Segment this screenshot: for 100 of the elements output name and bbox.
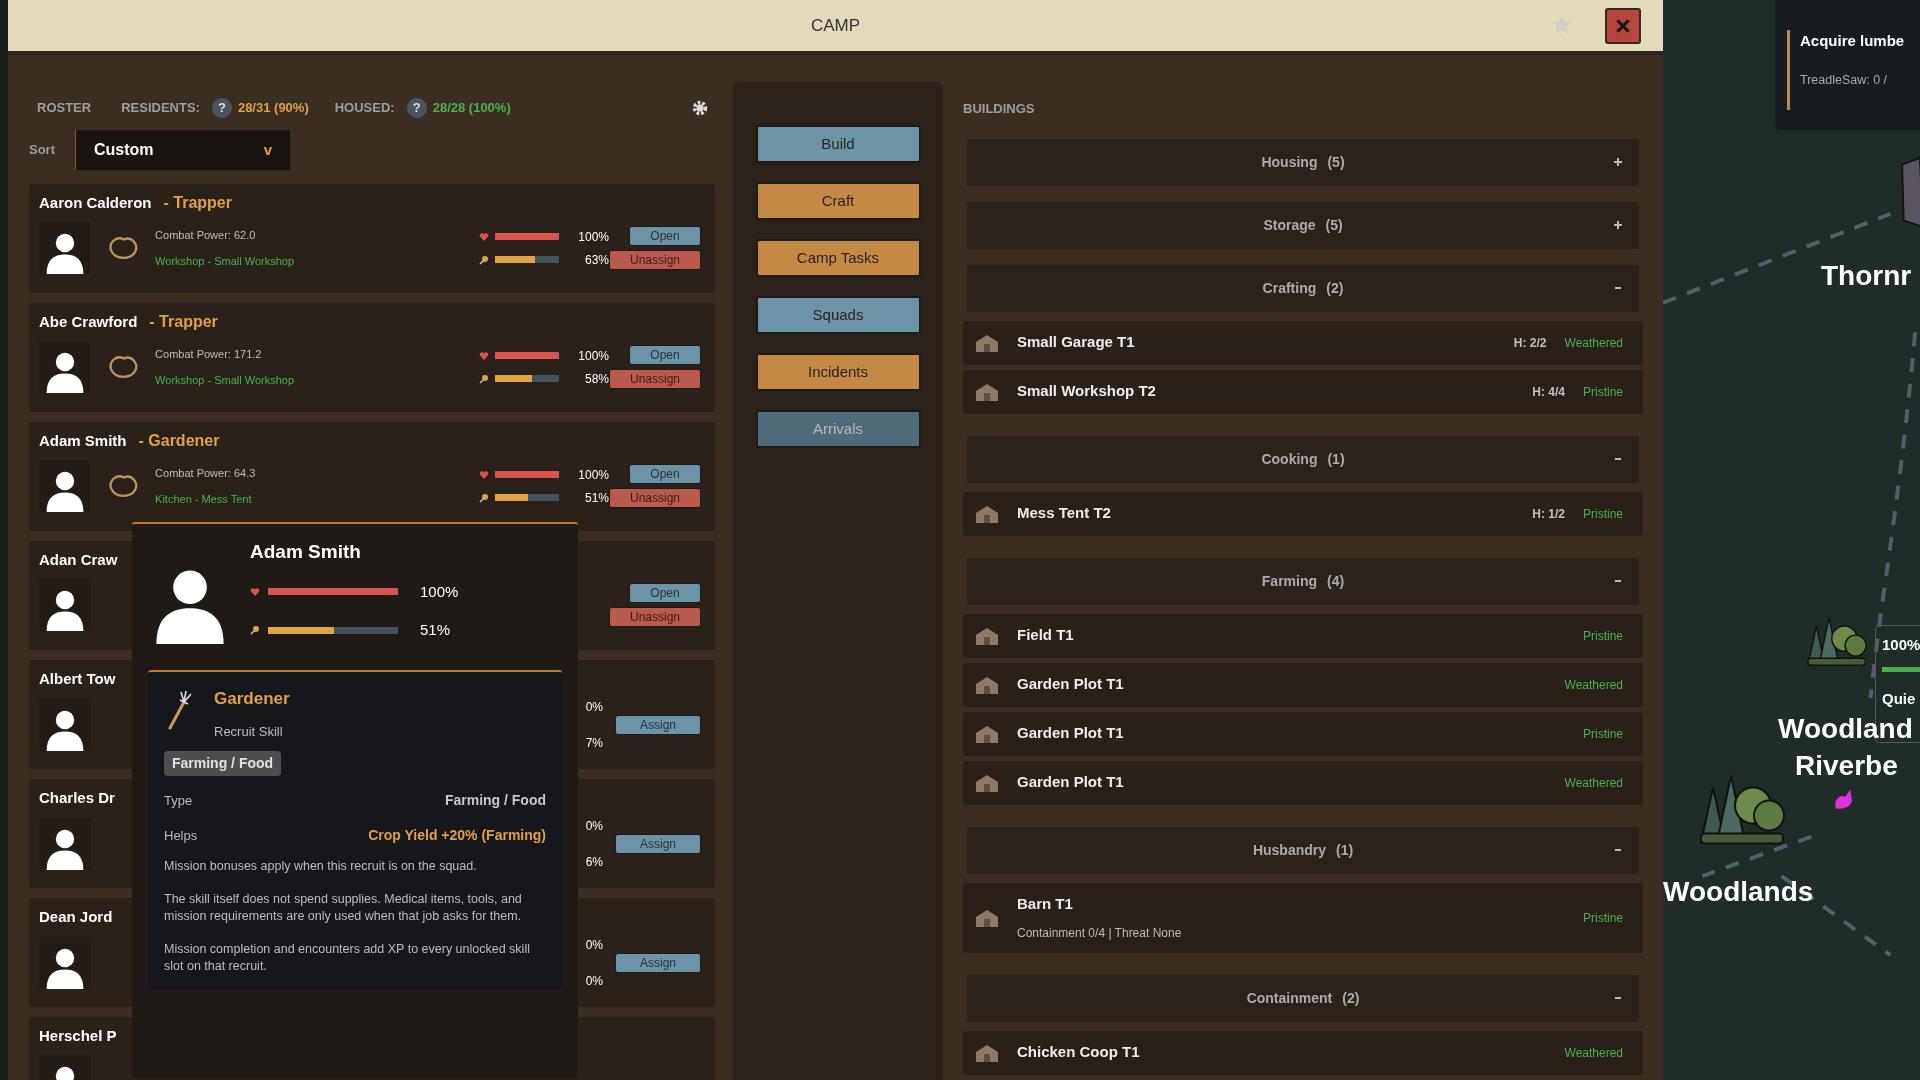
building-icon (975, 908, 999, 927)
action-button[interactable]: Build (755, 125, 921, 163)
energy-reading: 58% (583, 370, 609, 388)
heart-icon (479, 350, 489, 361)
health-reading: 100% (577, 466, 609, 484)
open-button[interactable]: Open (629, 345, 701, 365)
detail-label: Helps (164, 826, 198, 845)
building-health: H: 1/2 (1532, 505, 1565, 523)
category-header[interactable]: Husbandry (1) (967, 826, 1639, 874)
combat-power: Combat Power: 171.2 (155, 347, 263, 362)
building-icon (975, 1043, 999, 1062)
assign-button[interactable]: Assign (615, 715, 701, 735)
plus-icon[interactable] (1613, 156, 1623, 167)
building-name: Mess Tent T2 (1017, 503, 1111, 524)
quest-panel[interactable]: Acquire lumbe TreadleSaw: 0 / (1775, 0, 1920, 130)
category-title: Husbandry (1252, 840, 1326, 860)
energy-reading: 63% (583, 251, 609, 269)
heart-icon (479, 231, 489, 242)
building-condition: Pristine (1583, 383, 1623, 401)
building-row[interactable]: Mess Tent T2 H: 1/2 Pristine (963, 491, 1643, 536)
sort-value: Custom (94, 140, 154, 160)
energy-icon (479, 254, 489, 265)
building-icon (975, 675, 999, 694)
open-button[interactable]: Open (629, 583, 701, 603)
residents-label: RESIDENTS: (121, 99, 200, 118)
stat-reading: 6% (585, 854, 603, 871)
building-condition: Pristine (1583, 725, 1623, 743)
category-count: (5) (1325, 215, 1343, 235)
unassign-button[interactable]: Unassign (609, 607, 701, 627)
dropdown-caret: v (263, 139, 272, 160)
skill-tag: Farming / Food (164, 751, 282, 776)
building-name: Field T1 (1017, 625, 1074, 646)
heart-icon (479, 469, 489, 480)
skill-description: Mission bonuses apply when this recruit is on the squad. (164, 858, 478, 875)
housed-count: 28/28 (100%) (432, 99, 511, 118)
recruit-role: - Gardener (138, 431, 220, 451)
action-button[interactable]: Squads (755, 296, 921, 334)
skill-title: Gardener (214, 688, 290, 710)
category-header[interactable]: Cooking (1) (967, 435, 1639, 483)
quest-detail: TreadleSaw: 0 / (1800, 71, 1889, 89)
plus-icon[interactable] (1613, 219, 1623, 230)
location-label: Woodland (1778, 715, 1913, 743)
assign-button[interactable]: Assign (615, 953, 701, 973)
action-button[interactable]: Camp Tasks (755, 239, 921, 277)
tooltip-name: Adam Smith (250, 540, 362, 564)
settings-icon[interactable] (691, 99, 709, 117)
sort-dropdown[interactable]: Custom v (75, 130, 290, 170)
energy-reading: 51% (583, 489, 609, 507)
unassign-button[interactable]: Unassign (609, 250, 701, 270)
action-button[interactable]: Craft (755, 182, 921, 220)
recruit-card[interactable]: Abe Crawford - Trapper Combat Power: 171.2 Workshop - Small Workshop 100% 58% Open Unassign (29, 303, 715, 412)
category-header[interactable]: Containment (2) (967, 974, 1639, 1022)
recruit-card[interactable]: Adam Smith - Gardener Combat Power: 64.3 Kitchen - Mess Tent 100% 51% Open Unassign (29, 422, 715, 531)
building-name: Chicken Coop T1 (1017, 1042, 1140, 1063)
recruit-card[interactable]: Aaron Calderon - Trapper Combat Power: 62.0 Workshop - Small Workshop 100% 63% Open Unassign (29, 184, 715, 293)
category-header[interactable]: Farming (4) (967, 557, 1639, 605)
open-button[interactable]: Open (629, 464, 701, 484)
building-row[interactable]: Chicken Coop T1 Weathered (963, 1030, 1643, 1075)
building-name: Garden Plot T1 (1017, 674, 1124, 695)
location-label: Riverbe (1795, 752, 1898, 780)
combat-power: Combat Power: 64.3 (155, 466, 257, 481)
help-icon[interactable]: ? (406, 98, 427, 118)
category-title: Containment (1246, 988, 1333, 1008)
world-map[interactable]: Acquire lumbe TreadleSaw: 0 / Thornr 100% Quie Woodland Riverbe Woodlands (1663, 0, 1920, 1080)
building-row[interactable]: Small Workshop T2 H: 4/4 Pristine (963, 369, 1643, 414)
recruit-name: Albert Tow (39, 668, 116, 689)
recruit-name: Adam Smith (39, 430, 127, 451)
building-row[interactable]: Garden Plot T1 Pristine (963, 711, 1643, 756)
building-row[interactable]: Field T1 Pristine (963, 613, 1643, 658)
job-assignment: Kitchen - Mess Tent (155, 491, 253, 507)
health-reading: 100% (420, 581, 459, 602)
category-title: Farming (1261, 571, 1318, 591)
building-condition: Pristine (1583, 909, 1623, 927)
detail-value: Crop Yield +20% (Farming) (368, 826, 546, 845)
recruit-name: Adan Craw (39, 549, 118, 570)
job-assignment: Workshop - Small Workshop (155, 372, 296, 388)
residents-count: 28/31 (90%) (237, 99, 309, 118)
building-row[interactable]: Barn T1 Containment 0/4 | Threat None Pristine (963, 882, 1643, 953)
action-button[interactable]: Incidents (755, 353, 921, 391)
building-health: H: 4/4 (1532, 383, 1565, 401)
category-header[interactable]: Crafting (2) (967, 264, 1639, 312)
recruit-name: Abe Crawford (39, 311, 138, 332)
category-header[interactable]: Storage (5) (967, 201, 1639, 249)
open-button[interactable]: Open (629, 226, 701, 246)
building-name: Small Workshop T2 (1017, 381, 1156, 402)
building-row[interactable]: Garden Plot T1 Weathered (963, 760, 1643, 805)
recruit-name: Dean Jord (39, 906, 113, 927)
info-reading: 100% (1882, 635, 1920, 655)
recruit-name: Charles Dr (39, 787, 115, 808)
category-count: (5) (1327, 152, 1345, 172)
unassign-button[interactable]: Unassign (609, 488, 701, 508)
close-button[interactable] (1605, 8, 1641, 44)
assign-button[interactable]: Assign (615, 834, 701, 854)
building-row[interactable]: Garden Plot T1 Weathered (963, 662, 1643, 707)
building-row[interactable]: Small Garage T1 H: 2/2 Weathered (963, 320, 1643, 365)
help-icon[interactable]: ? (211, 98, 232, 118)
quest-title: Acquire lumbe (1800, 31, 1906, 51)
category-count: (4) (1327, 571, 1345, 591)
unassign-button[interactable]: Unassign (609, 369, 701, 389)
category-header[interactable]: Housing (5) (967, 138, 1639, 186)
